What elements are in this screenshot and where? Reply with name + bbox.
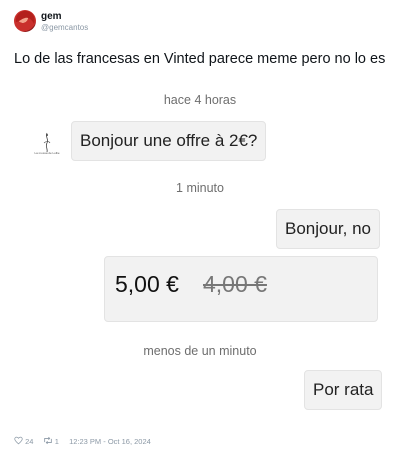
- outgoing-message: Por rata: [304, 370, 383, 410]
- like-count: 24: [25, 437, 34, 446]
- offer-old-price: 4,00 €: [203, 271, 267, 297]
- retweet-icon[interactable]: [43, 436, 53, 447]
- retweet-count: 1: [54, 437, 59, 446]
- chat-time-label: hace 4 horas: [163, 93, 237, 107]
- heart-icon[interactable]: [14, 436, 23, 447]
- tweet-timestamp[interactable]: 12:23 PM - Oct 16, 2024: [69, 437, 151, 446]
- author-handle[interactable]: @gemcantos: [41, 23, 88, 32]
- tweet-footer: 24 1 12:23 PM - Oct 16, 2024: [14, 436, 151, 447]
- tweet-text: Lo de las francesas en Vinted parece mem…: [14, 51, 386, 67]
- outgoing-message: Bonjour, no: [276, 209, 381, 249]
- incoming-message: Bonjour une offre à 2€?: [71, 121, 267, 161]
- chat-time-label: 1 minuto: [176, 181, 224, 195]
- avatar[interactable]: [14, 10, 36, 32]
- offer-new-price: 5,00 €: [115, 271, 179, 297]
- offer-card: 5,00 € 4,00 €: [104, 256, 378, 322]
- chat-time-label: menos de un minuto: [143, 344, 257, 358]
- seller-logo-caption: La mossa de Lollie: [34, 151, 60, 155]
- author-name[interactable]: gem: [41, 11, 62, 22]
